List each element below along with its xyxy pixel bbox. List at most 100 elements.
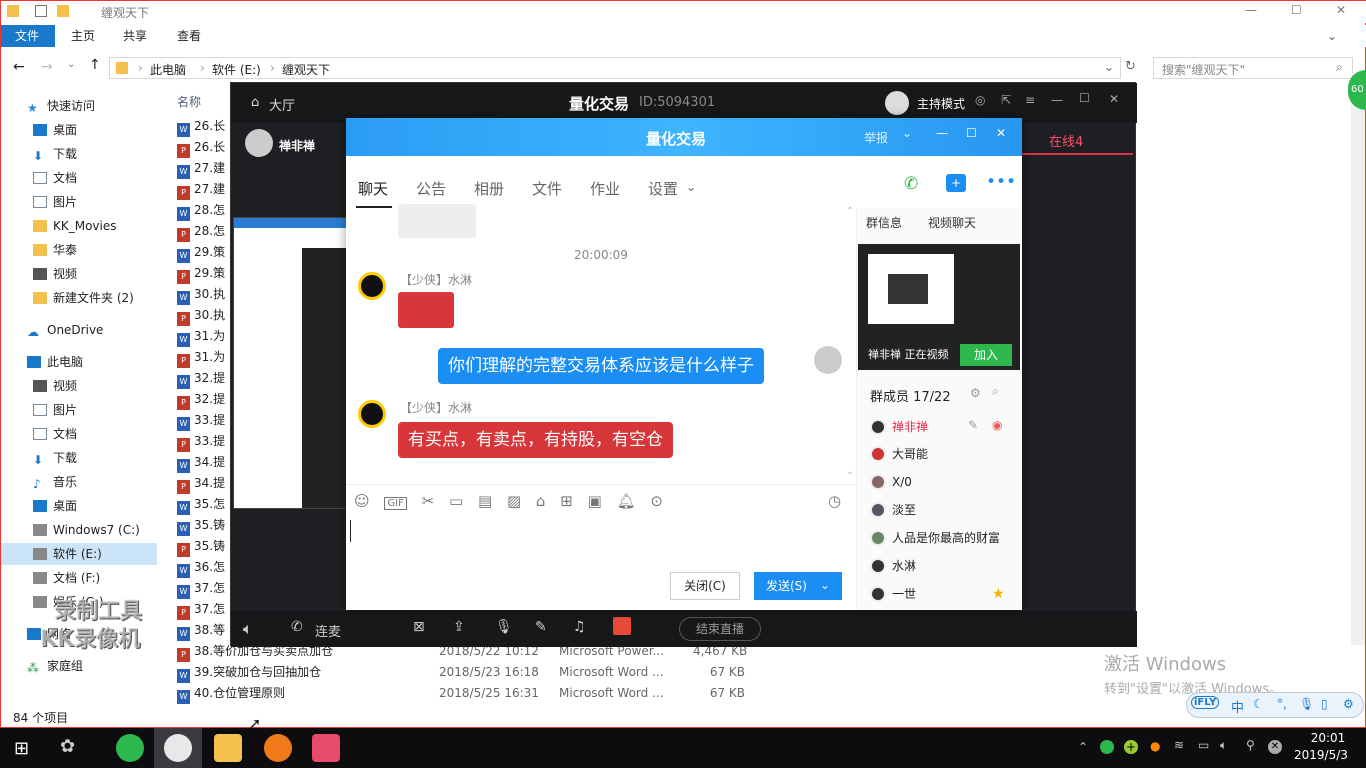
scissors-icon[interactable]: ✂ — [422, 492, 435, 510]
plus-tray-icon[interactable]: + — [1124, 740, 1138, 754]
file-row[interactable]: W 37.怎 — [177, 577, 225, 599]
more-icon[interactable]: ••• — [986, 172, 1016, 192]
emoji-icon[interactable]: ☺ — [354, 492, 370, 510]
image-icon[interactable]: ▨ — [507, 492, 521, 510]
close-button[interactable]: 关闭(C) — [670, 572, 740, 600]
tab-share[interactable]: 共享 — [109, 25, 161, 47]
nav-pc-videos[interactable]: 视频 — [33, 375, 77, 397]
scrollbar[interactable] — [1351, 85, 1365, 645]
tab-notice[interactable]: 公告 — [416, 178, 446, 199]
avatar[interactable] — [358, 400, 386, 428]
volume-icon[interactable]: 🔈︎ — [1220, 738, 1227, 753]
back-arrow-icon[interactable]: ← — [13, 59, 25, 75]
member-item[interactable]: 禅非禅 — [870, 413, 928, 441]
file-row[interactable]: W 36.怎 — [177, 556, 225, 578]
moon-icon[interactable]: ☾ — [1253, 697, 1264, 711]
member-item[interactable]: 大哥能 — [870, 440, 928, 468]
nav-homegroup[interactable]: ⁂ 家庭组 — [27, 655, 83, 677]
recorder-app-icon[interactable] — [264, 734, 292, 762]
maximize-icon[interactable]: ☐ — [1079, 91, 1090, 105]
keyboard-icon[interactable]: ▯ — [1321, 697, 1328, 711]
file-row[interactable]: P 30.执 — [177, 304, 225, 326]
nav-documents[interactable]: 文档 — [33, 167, 77, 189]
address-bar[interactable]: › 此电脑 › 软件 (E:) › 缠观天下 ⌄ — [109, 57, 1121, 79]
file-row[interactable]: P 29.策 — [177, 262, 225, 284]
search-input[interactable]: 搜索"缠观天下" ⌕ — [1153, 57, 1353, 79]
end-live-button[interactable]: 结束直播 — [679, 617, 761, 641]
expand-icon[interactable]: ⌄ — [846, 466, 854, 477]
file-row[interactable]: P 34.提 — [177, 472, 225, 494]
file-row[interactable]: P 35.铸 — [177, 535, 225, 557]
breadcrumb-drive[interactable]: 软件 (E:) — [212, 61, 261, 78]
gif-icon[interactable]: GIF — [384, 497, 407, 510]
tab-home[interactable]: 主页 — [57, 25, 109, 47]
tab-files[interactable]: 文件 — [532, 178, 562, 199]
file-row[interactable]: W 30.执 — [177, 283, 225, 305]
avatar[interactable] — [885, 91, 909, 115]
chevron-up-icon[interactable]: ⌃ — [1078, 740, 1088, 754]
tab-video-chat[interactable]: 视频聊天 — [928, 214, 976, 231]
tray-icon[interactable] — [1100, 740, 1114, 754]
clock-date[interactable]: 2019/5/3 — [1294, 748, 1348, 762]
file-row[interactable]: W 28.怎 — [177, 199, 225, 221]
ime-logo[interactable]: iFLY — [1191, 696, 1220, 709]
nav-new-folder[interactable]: 新建文件夹 (2) — [33, 287, 134, 309]
pinwheel-app-icon[interactable]: ✿ — [60, 736, 75, 757]
tab-file[interactable]: 文件 — [1, 25, 55, 47]
chevron-down-icon[interactable]: ⌄ — [686, 180, 696, 194]
nav-pc-pictures[interactable]: 图片 — [33, 399, 77, 421]
more-icon[interactable]: ⊙ — [650, 492, 663, 510]
microphone-icon[interactable]: 🎙︎ — [495, 619, 513, 635]
file-row[interactable]: P 31.为 — [177, 346, 225, 368]
nav-pictures[interactable]: 图片 — [33, 191, 77, 213]
music-icon[interactable]: ♫ — [573, 619, 586, 635]
breadcrumb-folder[interactable]: 缠观天下 — [282, 61, 330, 78]
avatar[interactable] — [358, 272, 386, 300]
template-icon[interactable]: ▤ — [478, 492, 492, 510]
minimize-icon[interactable]: — — [1245, 3, 1257, 17]
file-row[interactable]: W 29.策 — [177, 241, 225, 263]
search-icon[interactable]: ⌕ — [1336, 60, 1343, 75]
tab-group-info[interactable]: 群信息 — [866, 214, 902, 231]
settings-icon[interactable]: ◎ — [975, 93, 985, 107]
join-video-button[interactable]: 加入 — [960, 344, 1012, 366]
microphone-icon[interactable]: 🎙︎ — [1299, 697, 1314, 711]
nav-this-pc[interactable]: 此电脑 — [27, 351, 83, 373]
nav-onedrive[interactable]: ☁ OneDrive — [27, 319, 103, 341]
avatar[interactable] — [814, 346, 842, 374]
nav-huatai[interactable]: 华泰 — [33, 239, 77, 261]
battery-icon[interactable]: ▭ — [1198, 738, 1209, 752]
maximize-icon[interactable]: ☐ — [1291, 3, 1302, 17]
phone-call-icon[interactable]: ✆ — [904, 174, 918, 194]
camera-off-icon[interactable]: ⊠ — [413, 619, 425, 635]
collapse-icon[interactable]: ⌃ — [846, 206, 854, 217]
host-mode-label[interactable]: 主持模式 — [917, 95, 965, 112]
file-row[interactable]: W 27.建 — [177, 157, 225, 179]
breadcrumb-this-pc[interactable]: 此电脑 — [150, 61, 186, 78]
camera-icon[interactable]: ◉ — [992, 418, 1002, 432]
file-row[interactable]: W 33.提 — [177, 409, 225, 431]
minimize-icon[interactable]: — — [936, 126, 948, 140]
nav-music[interactable]: ♪ 音乐 — [33, 471, 77, 493]
windows-start-icon[interactable]: ⊞ — [14, 738, 29, 759]
minimize-icon[interactable]: — — [1051, 93, 1063, 107]
qq-tray-icon[interactable]: ● — [1150, 739, 1160, 753]
home-icon[interactable]: ⌂ — [251, 95, 259, 110]
nav-quick-access[interactable]: ★ 快速访问 — [27, 95, 95, 117]
member-item[interactable]: 淡至 — [870, 496, 916, 524]
nav-pc-documents[interactable]: 文档 — [33, 423, 77, 445]
member-item[interactable]: X/0 — [870, 468, 912, 496]
add-chat-icon[interactable]: + — [946, 174, 966, 192]
file-row[interactable]: W 31.为 — [177, 325, 225, 347]
wifi-icon[interactable]: ≋ — [1174, 738, 1184, 752]
browser-icon[interactable] — [116, 734, 144, 762]
nav-pc-desktop[interactable]: 桌面 — [33, 495, 77, 517]
file-explorer-icon[interactable] — [214, 734, 242, 762]
chevron-down-icon[interactable]: ⌄ — [1327, 29, 1337, 43]
nav-drive-c[interactable]: Windows7 (C:) — [33, 519, 140, 541]
member-item[interactable]: 人品是你最高的财富 — [870, 524, 1000, 552]
folder-icon[interactable]: ▭ — [449, 492, 463, 510]
menu-icon[interactable]: ≡ — [1025, 93, 1035, 107]
file-row[interactable]: W 35.铸 — [177, 514, 225, 536]
checkbox-icon[interactable] — [35, 5, 47, 17]
